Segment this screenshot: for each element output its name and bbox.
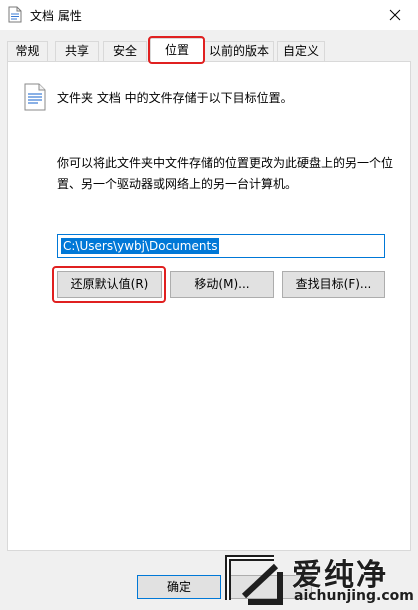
close-icon — [389, 9, 401, 21]
location-description: 你可以将此文件夹中文件存储的位置更改为此硬盘上的另一个位置、另一个驱动器或网络上… — [57, 156, 394, 191]
window-title: 文档 属性 — [30, 9, 82, 23]
move-button[interactable]: 移动(M)... — [170, 271, 274, 298]
tab-security[interactable]: 安全 — [103, 41, 147, 62]
site-watermark: 爱纯净 aichunjing.com — [222, 548, 418, 610]
watermark-logo — [225, 555, 283, 605]
watermark-url: aichunjing.com — [294, 588, 414, 604]
close-button[interactable] — [372, 0, 418, 30]
tab-highlight-box — [148, 36, 205, 64]
document-folder-icon — [24, 83, 46, 111]
ok-button[interactable]: 确定 — [137, 575, 221, 599]
restore-highlight-box — [52, 266, 166, 303]
tab-customize[interactable]: 自定义 — [277, 41, 325, 62]
location-tab-page — [7, 61, 411, 551]
location-path-value: C:\Users\ywbj\Documents — [61, 238, 220, 254]
location-info-text: 文件夹 文档 中的文件存储于以下目标位置。 — [57, 91, 293, 105]
title-bar[interactable]: 文档 属性 — [0, 0, 418, 30]
tab-bar: 常规 共享 安全 位置 以前的版本 自定义 — [7, 38, 411, 63]
tab-general[interactable]: 常规 — [7, 41, 48, 62]
document-icon — [8, 6, 22, 23]
location-path-input[interactable]: C:\Users\ywbj\Documents — [57, 234, 385, 258]
tab-sharing[interactable]: 共享 — [55, 41, 99, 62]
properties-window: 文档 属性 常规 共享 安全 位置 以前的版本 自定义 文件夹 文档 中的文件存… — [0, 0, 418, 610]
tab-previous-versions[interactable]: 以前的版本 — [204, 41, 274, 62]
find-target-button[interactable]: 查找目标(F)... — [282, 271, 385, 298]
